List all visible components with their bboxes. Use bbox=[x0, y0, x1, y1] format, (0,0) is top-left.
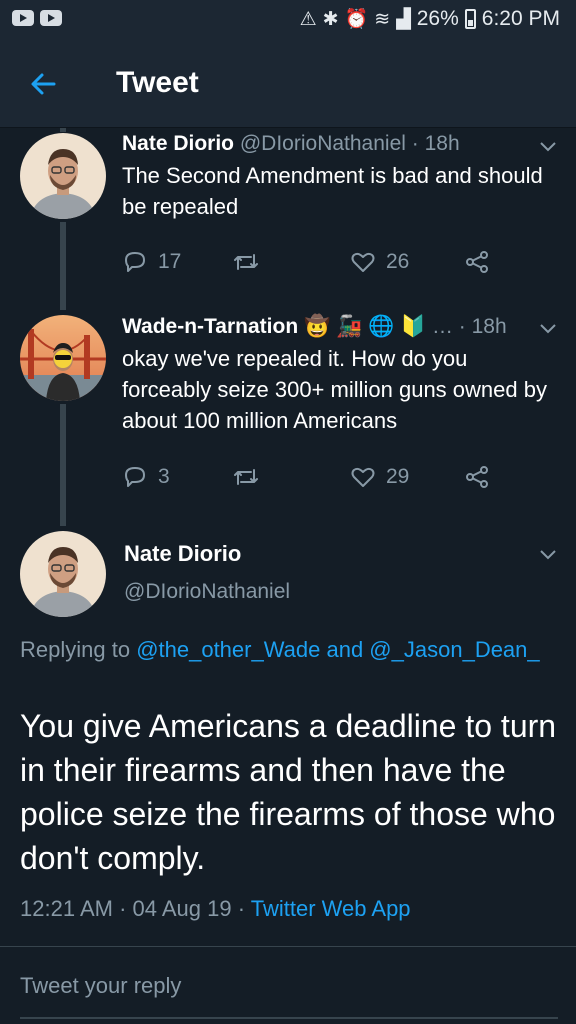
clock: 6:20 PM bbox=[481, 7, 560, 30]
avatar-photo bbox=[20, 315, 106, 401]
reply-input[interactable]: Tweet your reply bbox=[20, 973, 181, 999]
like-count: 26 bbox=[386, 250, 410, 273]
like-count: 29 bbox=[386, 465, 410, 488]
status-bar: ⚠ ✱ ⏰ ≋ ▟ 26% 6:20 PM bbox=[0, 0, 576, 40]
thread-line bbox=[60, 404, 66, 526]
user-handle[interactable]: @DIorioNathaniel bbox=[124, 580, 290, 604]
avatar-photo bbox=[20, 133, 106, 219]
reply-icon bbox=[125, 252, 145, 272]
tweet-actions: 17 26 bbox=[122, 249, 502, 279]
share-icon bbox=[466, 466, 488, 488]
chevron-down-icon[interactable] bbox=[538, 547, 558, 561]
chevron-down-icon[interactable] bbox=[538, 321, 558, 335]
youtube-icon bbox=[12, 10, 34, 26]
page-title: Tweet bbox=[116, 66, 199, 99]
alarm-icon: ⏰ bbox=[344, 9, 369, 30]
tweet-time: · 18h bbox=[411, 132, 460, 155]
replying-to: Replying to @the_other_Wade and @_Jason_… bbox=[20, 634, 540, 666]
tweet-timestamp: 12:21 AM · 04 Aug 19 · bbox=[20, 896, 251, 921]
avatar[interactable] bbox=[20, 531, 106, 617]
heart-icon bbox=[351, 252, 375, 272]
bluetooth-icon: ✱ bbox=[322, 8, 339, 30]
avatar[interactable] bbox=[20, 133, 106, 219]
back-arrow-icon bbox=[31, 73, 56, 95]
tweet-time: · 18h bbox=[458, 315, 507, 338]
reply-icon bbox=[125, 467, 145, 487]
tweet-text: okay we've repealed it. How do you force… bbox=[122, 346, 547, 433]
reply-bar: Tweet your reply bbox=[0, 947, 576, 1024]
chevron-down-icon[interactable] bbox=[538, 139, 558, 153]
name-emoji: 🤠 🚂 🌐 🔰 bbox=[304, 315, 427, 338]
heart-icon bbox=[351, 467, 375, 487]
thread-line bbox=[60, 222, 66, 310]
youtube-icon bbox=[40, 10, 62, 26]
wifi-icon: ≋ bbox=[374, 8, 391, 30]
tweet-meta: 12:21 AM · 04 Aug 19 · Twitter Web App bbox=[20, 896, 411, 922]
app-bar: Tweet bbox=[0, 40, 576, 128]
main-tweet-text: You give Americans a deadline to turn in… bbox=[20, 708, 557, 876]
tweet-header: Nate Diorio @DIorioNathaniel · 18h bbox=[122, 132, 460, 156]
display-name[interactable]: Nate Diorio bbox=[124, 541, 241, 567]
ellipsis: … bbox=[431, 315, 453, 338]
share-icon bbox=[466, 251, 488, 273]
like-button[interactable]: 26 bbox=[350, 249, 409, 275]
reply-underline bbox=[20, 1017, 558, 1019]
reply-count: 17 bbox=[158, 250, 182, 273]
battery-percent: 26% bbox=[416, 7, 459, 30]
display-name[interactable]: Nate Diorio bbox=[122, 132, 234, 155]
tweet-header: Wade-n-Tarnation 🤠 🚂 🌐 🔰 … · 18h bbox=[122, 315, 507, 339]
system-icons: ⚠ ✱ ⏰ ≋ ▟ 26% 6:20 PM bbox=[300, 7, 560, 31]
reply-button[interactable]: 17 bbox=[122, 249, 181, 275]
retweet-button[interactable] bbox=[232, 249, 260, 275]
notification-icons bbox=[12, 10, 62, 26]
replying-users-link[interactable]: @the_other_Wade and @_Jason_Dean_ bbox=[136, 637, 539, 662]
retweet-icon bbox=[234, 469, 258, 485]
share-button[interactable] bbox=[464, 464, 490, 490]
warning-icon: ⚠ bbox=[299, 8, 317, 30]
avatar[interactable] bbox=[20, 315, 106, 401]
retweet-button[interactable] bbox=[232, 464, 260, 490]
battery-icon bbox=[464, 9, 476, 29]
replying-label: Replying to bbox=[20, 637, 137, 662]
tweet-actions: 3 29 bbox=[122, 464, 502, 494]
avatar-photo bbox=[20, 531, 106, 617]
share-button[interactable] bbox=[464, 249, 490, 275]
display-name[interactable]: Wade-n-Tarnation bbox=[122, 315, 298, 338]
thread-line bbox=[60, 128, 66, 132]
signal-icon: ▟ bbox=[396, 8, 411, 30]
user-handle[interactable]: @DIorioNathaniel bbox=[240, 132, 406, 155]
tweet-text: The Second Amendment is bad and should b… bbox=[122, 163, 543, 219]
back-button[interactable] bbox=[24, 64, 64, 104]
tweet-source-link[interactable]: Twitter Web App bbox=[251, 896, 411, 921]
like-button[interactable]: 29 bbox=[350, 464, 409, 490]
retweet-icon bbox=[234, 254, 258, 270]
reply-count: 3 bbox=[158, 465, 170, 488]
reply-button[interactable]: 3 bbox=[122, 464, 170, 490]
